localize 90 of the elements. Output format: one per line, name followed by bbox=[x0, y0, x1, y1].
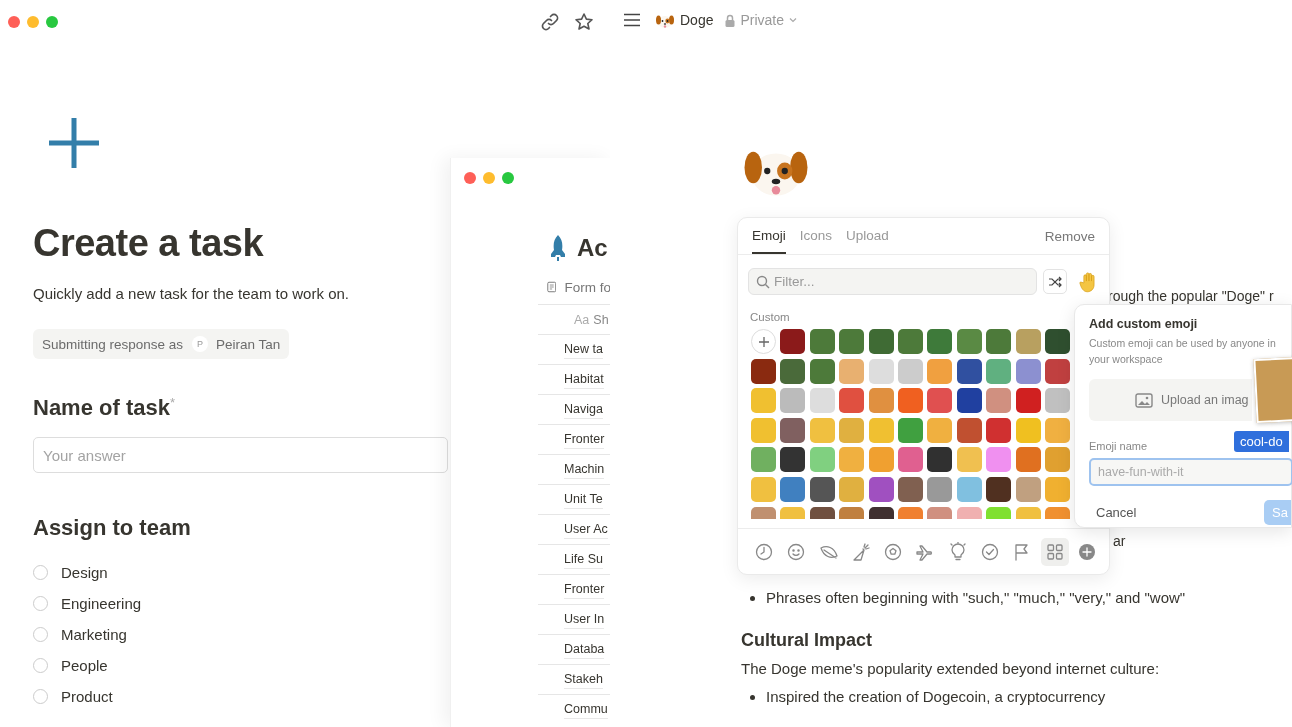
table-cell: User Ac bbox=[564, 520, 608, 539]
custom-emoji[interactable] bbox=[780, 447, 806, 473]
link-icon[interactable] bbox=[540, 12, 560, 32]
picker-tab[interactable]: Upload bbox=[846, 218, 889, 254]
question-label: Name of task$^{*}$ bbox=[33, 395, 175, 422]
bullet-icon bbox=[750, 694, 755, 700]
window-control-icon[interactable] bbox=[502, 172, 514, 184]
question-label: Assign to team bbox=[33, 515, 191, 542]
cancel-button[interactable]: Cancel bbox=[1096, 505, 1137, 520]
table-cell: User In bbox=[564, 610, 605, 629]
table-cell: Fronter bbox=[564, 430, 605, 449]
rocket-icon bbox=[548, 234, 568, 262]
page-title[interactable]: Doge bbox=[680, 12, 714, 28]
custom-emoji[interactable] bbox=[986, 476, 1012, 502]
table-cell: Commu bbox=[564, 700, 608, 719]
section-heading: Cultural Impact bbox=[741, 630, 874, 651]
custom-emoji[interactable] bbox=[751, 358, 776, 384]
column-header: Sh bbox=[593, 312, 609, 327]
chevron-down-icon bbox=[789, 17, 798, 23]
option-label: Marketing bbox=[61, 626, 127, 644]
document-icon bbox=[547, 280, 557, 294]
bullet-text: Inspired the creation of Dogecoin, a cryptocurrency bbox=[766, 687, 1106, 707]
grid-icon bbox=[1044, 541, 1065, 562]
table-cell: Machin bbox=[564, 460, 605, 479]
paragraph: The Doge meme's popularity extended beyond internet culture: bbox=[741, 660, 1161, 677]
menu-icon[interactable] bbox=[623, 13, 641, 27]
section-label: Custom bbox=[749, 310, 791, 323]
custom-emoji[interactable] bbox=[868, 329, 894, 354]
table-cell: Naviga bbox=[564, 400, 603, 419]
table-cell: Habitat bbox=[564, 370, 604, 389]
table-cell: Stakeh bbox=[564, 670, 603, 689]
respondent-name: Peiran Tan bbox=[216, 336, 281, 352]
window-control-icon[interactable] bbox=[483, 172, 495, 184]
drag-label: cool-do bbox=[1234, 431, 1289, 452]
emoji-name-field[interactable]: have-fun-with-it bbox=[1089, 458, 1292, 486]
table-cell: Life Su bbox=[564, 550, 603, 569]
custom-emoji[interactable] bbox=[1044, 329, 1070, 354]
privacy-menu[interactable]: Private bbox=[725, 12, 798, 28]
database-title: Ac bbox=[577, 234, 608, 262]
upload-button[interactable]: Upload an imag bbox=[1089, 379, 1252, 421]
clock-icon bbox=[754, 541, 774, 562]
lock-icon bbox=[725, 13, 736, 27]
shuffle-button[interactable] bbox=[1043, 269, 1068, 294]
picker-tab[interactable]: Emoji bbox=[752, 218, 786, 254]
plus-circle-icon bbox=[1076, 541, 1097, 562]
remove-button[interactable]: Remove bbox=[1044, 218, 1095, 254]
window-control-icon[interactable] bbox=[8, 16, 20, 28]
bullet-text: Phrases often beginning with "such," "much," "very," and "wow" bbox=[766, 588, 1186, 608]
body-text: ar bbox=[1113, 533, 1126, 549]
view-tab[interactable]: Form fo bbox=[547, 278, 611, 296]
soccer-ball-icon bbox=[883, 541, 904, 562]
image-icon bbox=[1135, 392, 1153, 408]
table-cell: Fronter bbox=[564, 580, 605, 599]
custom-emoji[interactable] bbox=[897, 476, 923, 502]
table-cell: Unit Te bbox=[564, 490, 603, 509]
window-control-icon[interactable] bbox=[46, 16, 58, 28]
option-label: Engineering bbox=[61, 595, 142, 613]
option-label: Design bbox=[61, 564, 108, 582]
answer-field[interactable]: Your answer bbox=[33, 437, 448, 474]
option-label: Product bbox=[61, 688, 113, 706]
form-title: Create a task bbox=[33, 222, 264, 265]
plus-icon bbox=[47, 116, 101, 170]
custom-emoji[interactable] bbox=[780, 358, 806, 384]
field-label: Emoji name bbox=[1089, 440, 1148, 452]
check-circle-icon bbox=[980, 541, 1001, 562]
custom-emoji[interactable] bbox=[780, 329, 806, 354]
custom-emoji[interactable] bbox=[956, 358, 982, 384]
text-type-icon: Aa bbox=[574, 312, 590, 327]
custom-emoji[interactable] bbox=[809, 476, 835, 502]
respondent-label: Submitting response as bbox=[42, 336, 184, 352]
plus-icon bbox=[757, 335, 770, 348]
table-cell: Databa bbox=[564, 640, 605, 659]
window-control-icon[interactable] bbox=[27, 16, 39, 28]
table-cell: New ta bbox=[564, 340, 603, 359]
custom-emoji[interactable] bbox=[927, 447, 953, 473]
window-control-icon[interactable] bbox=[464, 172, 476, 184]
filter-field[interactable]: Filter... bbox=[748, 268, 1037, 295]
smiley-icon bbox=[786, 541, 807, 562]
option-label: People bbox=[61, 657, 108, 675]
picker-tab[interactable]: Icons bbox=[799, 218, 833, 254]
dialog-description: Custom emoji can be used by anyone in your workspace bbox=[1089, 336, 1277, 367]
custom-emoji[interactable] bbox=[956, 388, 982, 414]
category-tab[interactable] bbox=[1040, 537, 1069, 566]
shuffle-icon bbox=[1048, 275, 1063, 288]
bullet-icon bbox=[750, 595, 755, 601]
dialog-title: Add custom emoji bbox=[1089, 317, 1199, 331]
view-name: Form fo bbox=[564, 279, 611, 295]
form-description: Quickly add a new task for the team to work on. bbox=[33, 285, 349, 302]
star-icon[interactable] bbox=[574, 12, 594, 32]
avatar: P bbox=[192, 336, 209, 352]
